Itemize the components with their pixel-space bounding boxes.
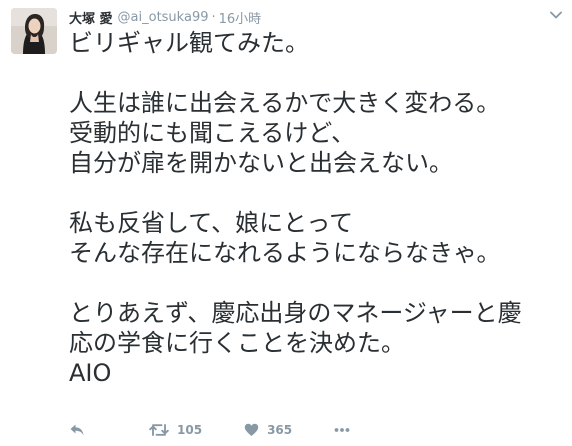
like-button[interactable]: 365 (244, 423, 292, 437)
tweet-text-line: 人生は誰に出会えるかで大きく変わる。 (69, 89, 501, 117)
timestamp[interactable]: 16小時 (219, 8, 262, 27)
avatar[interactable] (11, 8, 57, 54)
reply-button[interactable] (69, 423, 85, 437)
tweet-text-line: ビリギャル観てみた。 (69, 29, 309, 57)
tweet-text: ビリギャル観てみた。 人生は誰に出会えるかで大きく変わる。 受動的にも聞こえるけ… (69, 28, 569, 388)
tweet-actions: 105 365 (69, 420, 350, 440)
tweet-text-line: そんな存在になれるようにならなきゃ。 (69, 239, 501, 267)
heart-icon (244, 423, 259, 436)
chevron-down-icon[interactable] (549, 8, 563, 22)
display-name[interactable]: 大塚 愛 (69, 8, 113, 27)
retweet-button[interactable]: 105 (149, 423, 202, 437)
tweet-text-line: 自分が扉を開かないと出会えない。 (69, 149, 453, 177)
tweet-text-line: AIO (69, 359, 112, 387)
tweet-text-line (69, 58, 569, 88)
tweet-text-line: とりあえず、慶応出身のマネージャーと慶 (69, 299, 522, 327)
retweet-icon (149, 424, 169, 436)
tweet-text-line: 応の学食に行くことを決めた。 (69, 329, 405, 357)
retweet-count: 105 (177, 423, 203, 437)
tweet-text-line: 受動的にも聞こえるけど、 (69, 119, 356, 147)
tweet-header: 大塚 愛 @ai_otsuka99 · 16小時 (69, 8, 262, 27)
more-icon (334, 428, 350, 432)
separator-dot: · (211, 9, 216, 25)
user-handle[interactable]: @ai_otsuka99 (118, 10, 209, 25)
avatar-image (11, 8, 57, 54)
like-count: 365 (267, 423, 293, 437)
reply-icon (70, 424, 84, 436)
tweet-text-line (69, 268, 569, 298)
more-button[interactable] (334, 427, 350, 433)
tweet-text-line (69, 178, 569, 208)
tweet-text-line: 私も反省して、娘にとって (69, 209, 354, 237)
